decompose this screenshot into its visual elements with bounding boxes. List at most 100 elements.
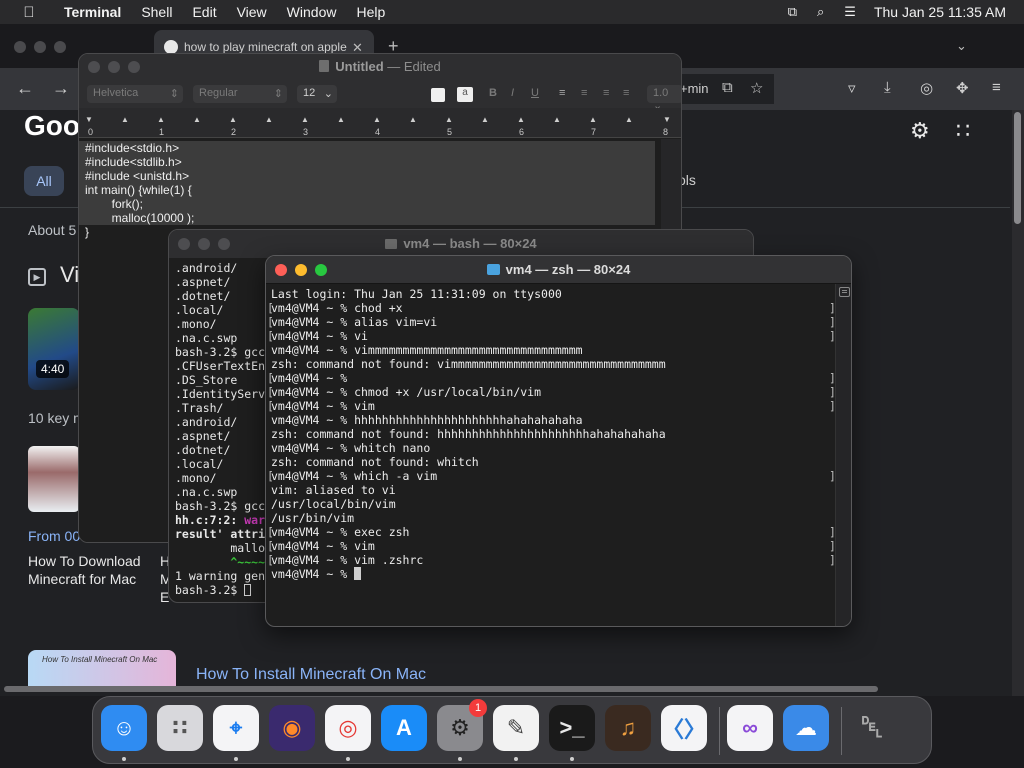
menu-help[interactable]: Help bbox=[356, 4, 385, 20]
zsh-line: vm4@VM4 ~ % alias vim=vi bbox=[267, 315, 836, 329]
chrome-close-button[interactable] bbox=[14, 41, 26, 53]
vscode-icon[interactable]: 〈〉 bbox=[661, 705, 707, 751]
font-family-select[interactable]: Helvetica ⇕ bbox=[87, 85, 183, 103]
font-style-select[interactable]: Regular ⇕ bbox=[193, 85, 287, 103]
weather-icon[interactable]: ☁ bbox=[783, 705, 829, 751]
garageband-icon[interactable]: ♫ bbox=[605, 705, 651, 751]
menu-view[interactable]: View bbox=[237, 4, 267, 20]
terminal-zsh-title-text: vm4 — zsh — 80×24 bbox=[505, 262, 631, 277]
result-link[interactable]: How To Install Minecraft On Mac bbox=[196, 666, 426, 684]
video-thumbnail-2[interactable] bbox=[28, 446, 80, 512]
video-thumbnail[interactable]: 4:40 bbox=[28, 308, 80, 390]
profile-icon[interactable]: ◎ bbox=[920, 79, 933, 97]
extensions-icon[interactable]: ✥ bbox=[956, 79, 969, 97]
control-center-icon[interactable]: ☰ bbox=[844, 4, 856, 20]
italic-icon[interactable]: I bbox=[511, 87, 514, 99]
ruler-tab-stop-icon[interactable]: ▲ bbox=[229, 115, 237, 124]
chrome-horizontal-scrollbar[interactable] bbox=[4, 686, 878, 692]
ruler-tab-stop-icon[interactable]: ▲ bbox=[301, 115, 309, 124]
tab-all[interactable]: All bbox=[24, 166, 64, 196]
chrome-minimize-button[interactable] bbox=[34, 41, 46, 53]
terminal-zsh-output[interactable]: Last login: Thu Jan 25 11:31:09 on ttys0… bbox=[266, 284, 836, 626]
finder-icon[interactable]: ☺ bbox=[101, 705, 147, 751]
ruler-tab-stop-icon[interactable]: ▲ bbox=[445, 115, 453, 124]
ruler-tab-stop-icon[interactable]: ▲ bbox=[481, 115, 489, 124]
underline-icon[interactable]: U bbox=[531, 87, 539, 99]
align-right-icon[interactable]: ≡ bbox=[603, 87, 609, 99]
bold-icon[interactable]: B bbox=[489, 87, 497, 99]
video-duration: 4:40 bbox=[36, 360, 70, 378]
ruler-tab-stop-icon[interactable]: ▲ bbox=[589, 115, 597, 124]
chrome-zoom-button[interactable] bbox=[54, 41, 66, 53]
trash-icon[interactable]: ␡ bbox=[849, 705, 895, 751]
apple-menu-icon[interactable]:  bbox=[18, 4, 40, 21]
app-store-icon[interactable]: A bbox=[381, 705, 427, 751]
chrome-scrollbar-thumb[interactable] bbox=[1014, 112, 1021, 224]
terminal-marks-icon[interactable] bbox=[839, 287, 850, 297]
launchpad-icon[interactable]: ∷ bbox=[157, 705, 203, 751]
doc-line: #include<stdlib.h> bbox=[79, 155, 655, 169]
back-arrow-icon[interactable]: ← bbox=[16, 78, 34, 99]
chrome-icon[interactable]: ◎ bbox=[325, 705, 371, 751]
align-left-icon[interactable]: ≡ bbox=[559, 87, 565, 99]
ruler-indent-marker-icon[interactable]: ▼ bbox=[85, 115, 93, 124]
folder-icon bbox=[486, 264, 500, 275]
google-logo[interactable]: Goo bbox=[24, 110, 80, 142]
line-spacing-select[interactable]: 1.0 ⌄ bbox=[647, 85, 681, 112]
bookmark-star-icon[interactable]: ☆ bbox=[750, 79, 763, 97]
video-title-1[interactable]: How To Download Minecraft for Mac bbox=[28, 552, 158, 588]
screen-mirroring-icon[interactable]: ⧉ bbox=[788, 4, 797, 20]
spotlight-search-icon[interactable]: ⌕ bbox=[817, 4, 824, 20]
ruler-tab-stop-icon[interactable]: ▲ bbox=[265, 115, 273, 124]
safari-icon[interactable]: ⌖ bbox=[213, 705, 259, 751]
menu-edit[interactable]: Edit bbox=[192, 4, 216, 20]
ruler-tab-stop-icon[interactable]: ▲ bbox=[553, 115, 561, 124]
terminal-bash-titlebar[interactable]: vm4 — bash — 80×24 bbox=[169, 230, 753, 258]
terminal-zsh-titlebar[interactable]: vm4 — zsh — 80×24 bbox=[266, 256, 851, 284]
pocket-icon[interactable]: ▿ bbox=[848, 79, 856, 97]
ruler-tab-stop-icon[interactable]: ▲ bbox=[157, 115, 165, 124]
key-moments-label[interactable]: 10 key m bbox=[28, 410, 85, 426]
firefox-icon[interactable]: ◉ bbox=[269, 705, 315, 751]
justify-icon[interactable]: ≡ bbox=[623, 87, 629, 99]
running-indicator bbox=[458, 757, 462, 761]
menu-app-name[interactable]: Terminal bbox=[64, 4, 121, 20]
menu-window[interactable]: Window bbox=[287, 4, 337, 20]
zsh-line: vm4@VM4 ~ % vi bbox=[267, 329, 836, 343]
ruler-tab-stop-icon[interactable]: ▲ bbox=[625, 115, 633, 124]
download-icon[interactable]: ⤓ bbox=[884, 79, 891, 96]
menu-hamburger-icon[interactable]: ≡ bbox=[992, 79, 1001, 96]
font-size-field[interactable]: 12 ⌄ bbox=[297, 85, 337, 103]
forward-arrow-icon[interactable]: → bbox=[52, 78, 70, 99]
ruler-right-margin-icon[interactable]: ▼ bbox=[663, 115, 671, 124]
ruler-tab-stop-icon[interactable]: ▲ bbox=[373, 115, 381, 124]
terminal-bash-title: vm4 — bash — 80×24 bbox=[169, 236, 753, 251]
align-center-icon[interactable]: ≡ bbox=[581, 87, 587, 99]
visual-studio-icon[interactable]: ∞ bbox=[727, 705, 773, 751]
textedit-icon[interactable]: ✎ bbox=[493, 705, 539, 751]
ruler-tab-stop-icon[interactable]: ▲ bbox=[517, 115, 525, 124]
zsh-cursor bbox=[354, 567, 362, 580]
settings-gear-icon[interactable]: ⚙ bbox=[910, 118, 930, 144]
ruler-tab-stop-icon[interactable]: ▲ bbox=[193, 115, 201, 124]
ruler-tab-stop-icon[interactable]: ▲ bbox=[121, 115, 129, 124]
notification-badge: 1 bbox=[469, 699, 487, 717]
tab-search-chevron-icon[interactable]: ⌄ bbox=[956, 38, 967, 54]
menu-bar:  Terminal Shell Edit View Window Help ⧉… bbox=[0, 0, 1024, 24]
text-color-swatch[interactable] bbox=[431, 88, 445, 102]
menubar-clock[interactable]: Thu Jan 25 11:35 AM bbox=[874, 4, 1006, 20]
highlight-color-icon[interactable]: a bbox=[457, 87, 473, 102]
menu-shell[interactable]: Shell bbox=[141, 4, 172, 20]
ruler-tab-stop-icon[interactable]: ▲ bbox=[337, 115, 345, 124]
textedit-ruler[interactable]: ▼ ▲ ▲ ▲ ▲ ▲ ▲ ▲ ▲ ▲ ▲ ▲ ▲ ▲ ▲ ▲ ▼ 0 1 2 … bbox=[79, 108, 681, 138]
result-thumbnail[interactable]: How To Install Minecraft On Mac bbox=[28, 650, 176, 690]
terminal-icon[interactable]: >_ bbox=[549, 705, 595, 751]
textedit-doc-name: Untitled bbox=[335, 59, 384, 74]
dock: ☺ ∷ ⌖ ◉ ◎ A ⚙ 1 ✎ >_ ♫ 〈〉 ∞ ☁ ␡ bbox=[92, 696, 932, 764]
apps-grid-icon[interactable]: ∷ bbox=[956, 118, 970, 144]
install-app-icon[interactable]: ⧉ bbox=[722, 79, 733, 96]
textedit-titlebar[interactable]: Untitled — Edited bbox=[79, 54, 681, 80]
from-timestamp-link[interactable]: From 00 bbox=[28, 528, 80, 544]
ruler-tab-stop-icon[interactable]: ▲ bbox=[409, 115, 417, 124]
terminal-zsh-scrollbar[interactable] bbox=[835, 284, 851, 626]
